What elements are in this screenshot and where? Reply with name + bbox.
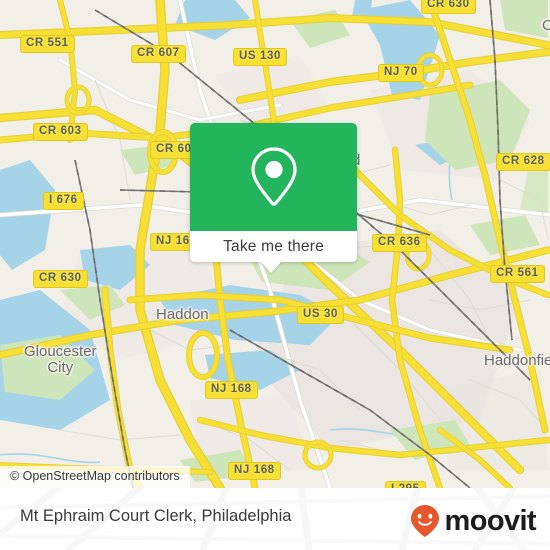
destination-popup-card[interactable]: Take me there: [190, 123, 357, 273]
road-shield: CR 561: [490, 265, 545, 283]
place-label-line: City: [47, 359, 74, 376]
road-shield: CR 551: [20, 35, 75, 53]
place-label-haddonfield: Haddonfie: [484, 352, 550, 369]
road-shield: CR 628: [496, 153, 550, 171]
map-canvas[interactable]: .w { fill:#a5d4e8; } .g { fill:#cde5b8; …: [0, 0, 550, 488]
popup-icon-area: [190, 123, 357, 231]
place-label-gloucester-city: Gloucester City: [24, 344, 97, 376]
road-shield: CR 607: [131, 45, 186, 63]
road-shield: CR 630: [421, 0, 476, 14]
road-shield: US 130: [233, 48, 287, 66]
moovit-pin-smile-icon: [410, 505, 439, 537]
road-shield: I 676: [43, 192, 84, 210]
road-shield: CR 636: [372, 234, 427, 252]
place-label-line: Gloucester: [24, 343, 97, 360]
road-shield: NJ 168: [228, 462, 281, 480]
road-shield: NJ 168: [205, 381, 258, 399]
map-screenshot: .w { fill:#a5d4e8; } .g { fill:#cde5b8; …: [0, 0, 550, 550]
road-shield: I 295: [385, 481, 426, 488]
popup-action-area[interactable]: Take me there: [190, 231, 357, 262]
popup-pointer: [260, 261, 282, 273]
road-shield: US 30: [297, 306, 344, 324]
place-label-haddon: Haddon: [156, 306, 209, 323]
road-shield: NJ 70: [378, 64, 424, 82]
place-label-clipped: C: [542, 17, 550, 34]
map-pin-icon: [250, 147, 297, 206]
take-me-there-label: Take me there: [223, 237, 324, 255]
osm-attribution[interactable]: © OpenStreetMap contributors: [0, 466, 190, 488]
road-shield: CR 603: [33, 123, 88, 141]
road-shield: CR 630: [33, 270, 88, 288]
footer-bar: Mt Ephraim Court Clerk, Philadelphia moo…: [0, 488, 550, 550]
page-title: Mt Ephraim Court Clerk, Philadelphia: [20, 507, 292, 525]
moovit-logo[interactable]: moovit: [409, 504, 537, 538]
moovit-wordmark: moovit: [444, 504, 537, 537]
